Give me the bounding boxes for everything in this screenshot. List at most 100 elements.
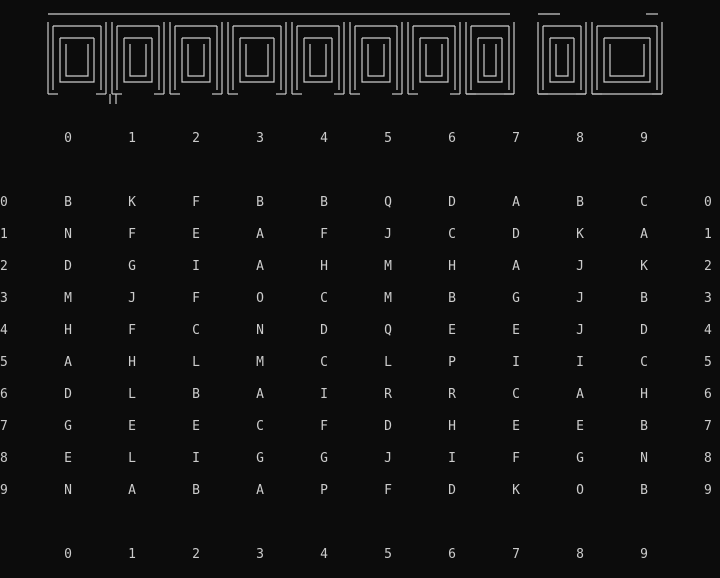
board-tile: L — [384, 355, 392, 370]
board-tile: N — [64, 227, 72, 242]
board-tile: H — [320, 259, 328, 274]
board-tile: D — [384, 419, 392, 434]
board-tile: K — [512, 483, 520, 498]
board-tile: R — [384, 387, 392, 402]
row-index-left: 4 — [0, 323, 8, 338]
board-tile: E — [64, 451, 72, 466]
board-tile: F — [320, 227, 328, 242]
board-tile: E — [448, 323, 456, 338]
board-tile: M — [256, 355, 264, 370]
board-tile: K — [128, 195, 136, 210]
board-tile: A — [64, 355, 72, 370]
board-tile: J — [128, 291, 136, 306]
column-index-top: 3 — [256, 131, 264, 146]
row-index-left: 3 — [0, 291, 8, 306]
board-tile: R — [448, 387, 456, 402]
row-index-left: 5 — [0, 355, 8, 370]
board-tile: F — [192, 291, 200, 306]
row-index-left: 7 — [0, 419, 8, 434]
board-tile: C — [640, 355, 648, 370]
board-tile: A — [512, 195, 520, 210]
column-index-bottom: 0 — [64, 547, 72, 562]
column-index-top: 8 — [576, 131, 584, 146]
board-tile: A — [256, 227, 264, 242]
board-tile: N — [640, 451, 648, 466]
board-tile: C — [256, 419, 264, 434]
board-tile: C — [512, 387, 520, 402]
column-index-top: 4 — [320, 131, 328, 146]
board-tile: N — [64, 483, 72, 498]
board-tile: H — [640, 387, 648, 402]
board-tile: C — [640, 195, 648, 210]
board-tile: B — [64, 195, 72, 210]
ascii-title-banner — [40, 8, 672, 104]
ascii-title-art — [47, 13, 663, 104]
board-tile: G — [64, 419, 72, 434]
column-index-top: 2 — [192, 131, 200, 146]
board-tile: E — [192, 419, 200, 434]
row-index-left: 6 — [0, 387, 8, 402]
column-index-top: 6 — [448, 131, 456, 146]
board-tile: I — [192, 259, 200, 274]
row-index-right: 0 — [704, 195, 712, 210]
row-index-right: 8 — [704, 451, 712, 466]
row-index-right: 4 — [704, 323, 712, 338]
row-index-right: 9 — [704, 483, 712, 498]
row-index-right: 1 — [704, 227, 712, 242]
column-index-top: 1 — [128, 131, 136, 146]
board-tile: D — [320, 323, 328, 338]
column-index-bottom: 3 — [256, 547, 264, 562]
board-tile: A — [256, 387, 264, 402]
column-index-bottom: 4 — [320, 547, 328, 562]
board-tile: F — [192, 195, 200, 210]
board-tile: C — [448, 227, 456, 242]
column-index-bottom: 8 — [576, 547, 584, 562]
board-tile: E — [192, 227, 200, 242]
board-tile: D — [64, 387, 72, 402]
column-index-bottom: 9 — [640, 547, 648, 562]
board-tile: I — [192, 451, 200, 466]
board-tile: D — [64, 259, 72, 274]
board-tile: L — [192, 355, 200, 370]
board-tile: I — [576, 355, 584, 370]
column-index-top: 0 — [64, 131, 72, 146]
board-tile: B — [640, 419, 648, 434]
column-index-bottom: 1 — [128, 547, 136, 562]
board-tile: H — [64, 323, 72, 338]
board-tile: D — [640, 323, 648, 338]
board-tile: D — [512, 227, 520, 242]
board-tile: P — [320, 483, 328, 498]
row-index-left: 9 — [0, 483, 8, 498]
console-window: 0 1 2 3 4 5 6 7 8 9 0 B K F B B Q D A B C 0 1 N F E A F J C D K A 1 2 D G I A H… — [0, 0, 720, 578]
board-tile: E — [512, 419, 520, 434]
row-index-right: 6 — [704, 387, 712, 402]
board-tile: C — [320, 355, 328, 370]
row-index-right: 3 — [704, 291, 712, 306]
board-tile: Q — [384, 195, 392, 210]
board-tile: G — [512, 291, 520, 306]
board-tile: C — [192, 323, 200, 338]
board-tile: Q — [384, 323, 392, 338]
board-tile: A — [256, 259, 264, 274]
board-tile: O — [256, 291, 264, 306]
board-tile: K — [640, 259, 648, 274]
board-tile: A — [640, 227, 648, 242]
board-tile: B — [192, 387, 200, 402]
board-tile: M — [384, 291, 392, 306]
board-tile: C — [320, 291, 328, 306]
board-tile: G — [128, 259, 136, 274]
board-tile: O — [576, 483, 584, 498]
board-tile: B — [256, 195, 264, 210]
board-tile: H — [448, 419, 456, 434]
board-tile: J — [384, 227, 392, 242]
board-tile: B — [192, 483, 200, 498]
column-index-bottom: 6 — [448, 547, 456, 562]
board-tile: M — [384, 259, 392, 274]
board-tile: H — [448, 259, 456, 274]
board-tile: A — [576, 387, 584, 402]
board-tile: D — [448, 195, 456, 210]
board-tile: L — [128, 451, 136, 466]
board-tile: E — [512, 323, 520, 338]
board-tile: G — [256, 451, 264, 466]
board-tile: I — [320, 387, 328, 402]
